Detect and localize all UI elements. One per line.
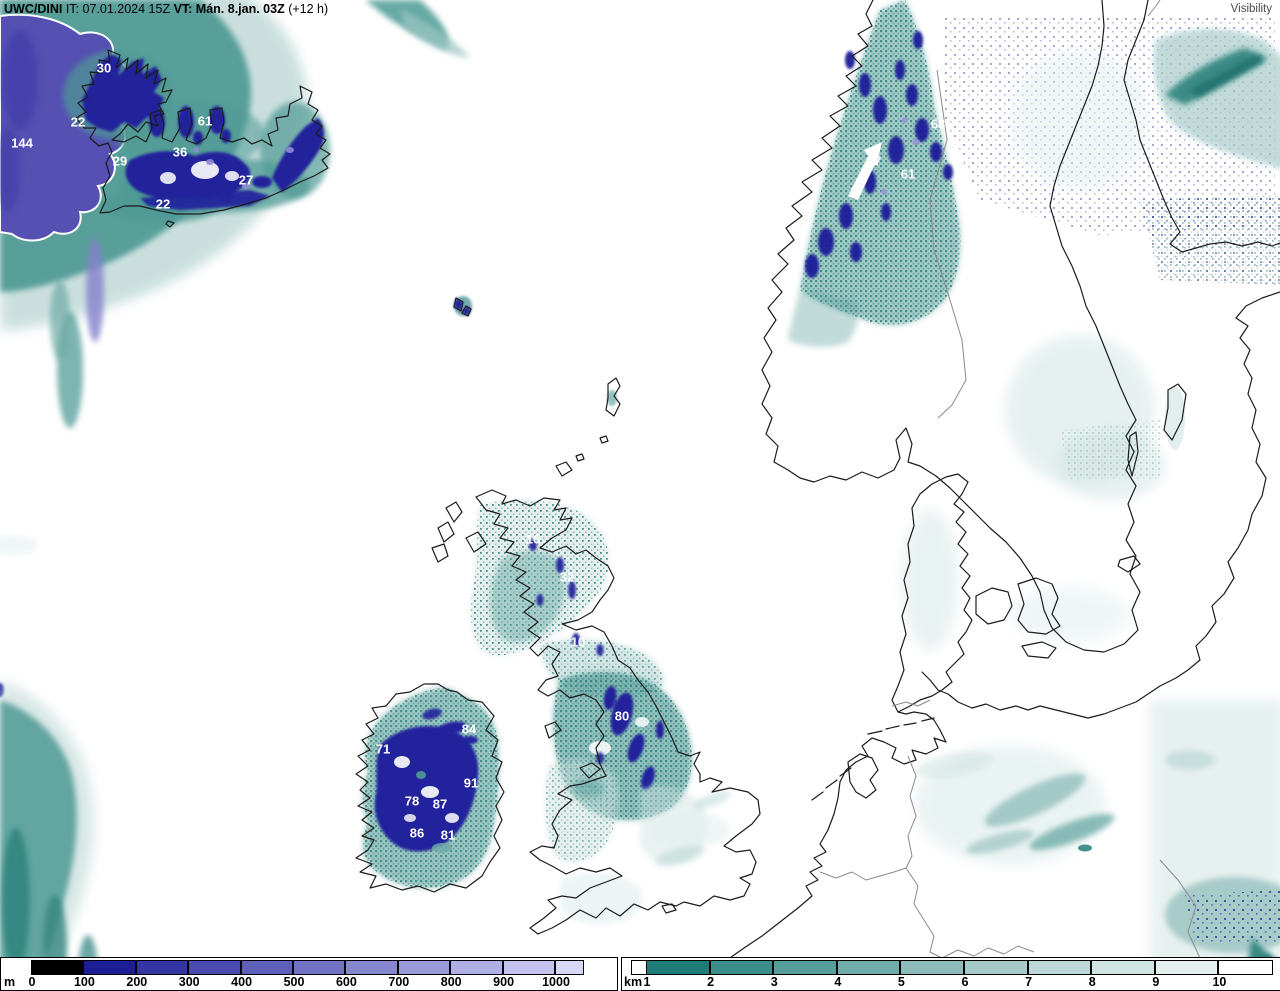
legend-tick-label: 5: [897, 975, 905, 989]
legend-tick-label: 700: [388, 975, 410, 989]
legend-tick-label: 400: [231, 975, 253, 989]
legend-tick-label: 0: [28, 975, 36, 989]
station-value-label: 32: [559, 569, 575, 585]
northsea-continental-coastline: [726, 711, 947, 961]
legend-unit-label: m: [4, 975, 16, 989]
legend-tick-label: 10: [1212, 975, 1227, 989]
legend-swatch: [188, 960, 241, 975]
station-value-label: 80: [614, 708, 630, 724]
weather-map-screen: UWC/DINI IT: 07.01.2024 15Z VT: Mán. 8.j…: [0, 0, 1280, 991]
station-value-label: 84: [461, 721, 477, 737]
legend-swatch: [900, 960, 964, 975]
map-canvas: [0, 0, 1280, 991]
legend-tick-label: 1000: [542, 975, 570, 989]
legend-swatch: [397, 960, 451, 975]
legend-swatch: [1218, 960, 1274, 975]
legend-swatch: [709, 960, 774, 975]
legend-swatch: [555, 960, 584, 975]
station-value-label: 27: [238, 172, 254, 188]
orkney-coastline: [555, 453, 585, 477]
legend-swatch: [1154, 960, 1219, 975]
border-belgium-germany: [905, 867, 943, 959]
init-time-label: IT:: [65, 2, 80, 16]
border-belgium-netherlands: [819, 867, 907, 881]
legend-kilometers: 1 2 3 4 5 6 7 8 9 10 km: [621, 957, 1280, 991]
station-value-label: 67: [866, 153, 882, 169]
legend-tick-label: 1: [643, 975, 651, 989]
legend-tick-label: 2: [707, 975, 715, 989]
lead-time: (+12 h): [288, 2, 329, 16]
valid-time-value: Mán. 8.jan. 03Z: [195, 2, 285, 16]
station-value-label: 29: [112, 153, 128, 169]
station-value-label: 68: [930, 116, 946, 132]
legend-tick-label: 7: [1025, 975, 1033, 989]
legend-swatch: [631, 960, 647, 975]
legend-tick-label: 9: [1152, 975, 1160, 989]
visibility-field-layer: [0, 0, 1280, 991]
station-value-label: 61: [197, 113, 213, 129]
station-value-label: 10: [570, 634, 586, 650]
station-value-label: 36: [172, 144, 188, 160]
legend-swatch: [240, 960, 293, 975]
valid-time-label: VT:: [173, 2, 193, 16]
station-value-label: 61: [900, 166, 916, 182]
funen-coastline: [975, 587, 1013, 625]
legend-swatch: [83, 960, 136, 975]
legend-swatch: [502, 960, 555, 975]
station-value-label: 22: [155, 196, 171, 212]
legend-tick-label: 3: [770, 975, 778, 989]
legend-swatch: [646, 960, 710, 975]
product-title: Visibility: [1230, 3, 1272, 15]
legend-swatch: [773, 960, 837, 975]
legend-tick-label: 6: [961, 975, 969, 989]
model-name: UWC/DINI: [4, 2, 63, 16]
legend-tick-label: 200: [126, 975, 148, 989]
legend-tick-label: 8: [1088, 975, 1096, 989]
legend-swatch: [1091, 960, 1155, 975]
legend-swatch: [964, 960, 1028, 975]
legend-tick-label: 800: [440, 975, 462, 989]
station-value-label: 144: [11, 135, 33, 151]
station-value-label: 91: [463, 775, 479, 791]
legend-tick-label: 100: [73, 975, 95, 989]
legend-swatch: [1027, 960, 1092, 975]
legend-meters: 0 100 200 300 400 500 600 700 800 900 1000 m: [0, 957, 618, 991]
station-value-label: 16: [525, 531, 541, 547]
station-value-label: 87: [432, 796, 448, 812]
station-value-label: 22: [70, 114, 86, 130]
legend-tick-label: 4: [834, 975, 842, 989]
station-value-label: 28: [954, 168, 970, 184]
bornholm-coastline: [1117, 555, 1141, 573]
run-info-header: UWC/DINI IT: 07.01.2024 15Z VT: Mán. 8.j…: [4, 2, 328, 16]
legend-swatch: [135, 960, 189, 975]
legend-unit-label: km: [624, 975, 643, 989]
legend-tick-label: 300: [178, 975, 200, 989]
station-value-label: 78: [404, 793, 420, 809]
border-netherlands-germany: [905, 755, 917, 869]
station-value-label: 86: [409, 825, 425, 841]
shetland-coastline: [599, 377, 621, 444]
legend-swatch: [450, 960, 503, 975]
station-value-label: 30: [96, 60, 112, 76]
legend-tick-label: 500: [283, 975, 305, 989]
border-sweden-finland: [1147, 0, 1161, 17]
legend-swatch: [293, 960, 346, 975]
station-value-label: 71: [375, 741, 391, 757]
legend-tick-label: 900: [493, 975, 515, 989]
legend-swatch: [345, 960, 398, 975]
legend-swatch: [31, 960, 84, 975]
legend-tick-label: 600: [335, 975, 357, 989]
legend-swatch: [836, 960, 901, 975]
ijsselmeer-outline: [847, 753, 879, 799]
init-time-value: 07.01.2024 15Z: [82, 2, 171, 16]
station-value-label: 81: [440, 827, 456, 843]
lolland-coastline: [1021, 641, 1057, 659]
